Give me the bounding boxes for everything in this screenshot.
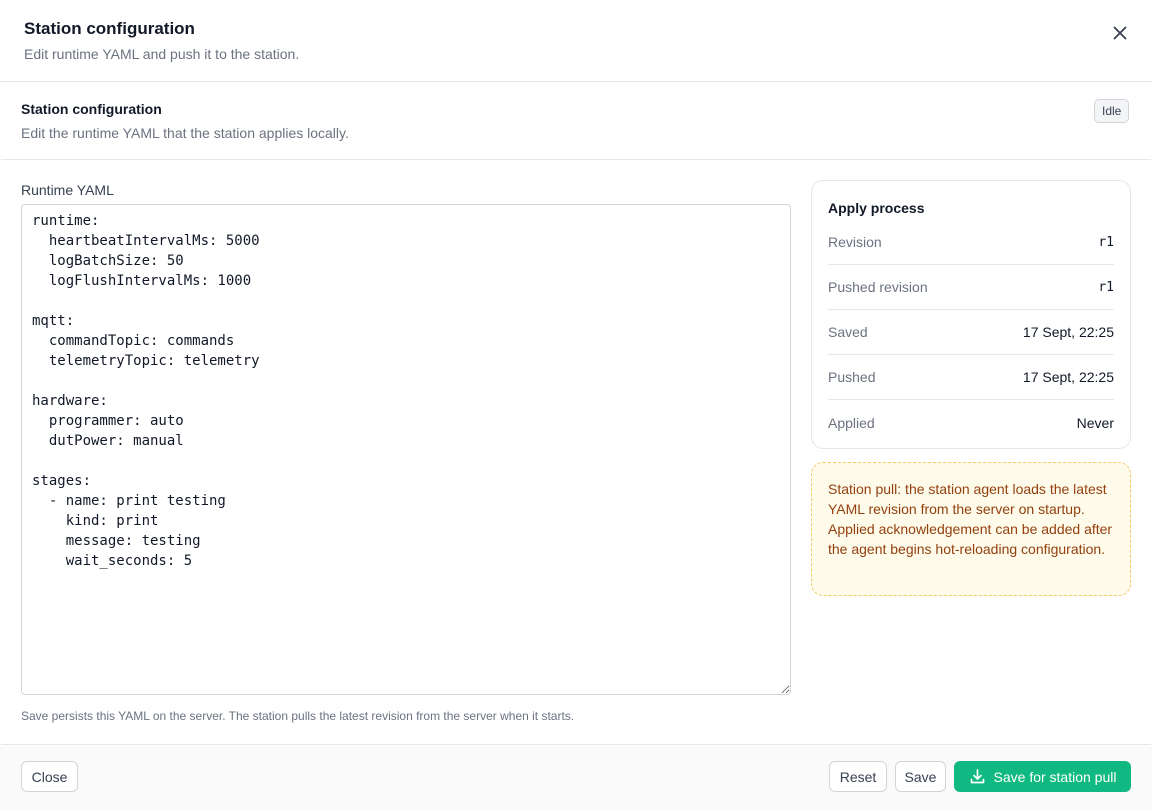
process-row-applied: Applied Never [828, 400, 1114, 445]
apply-process-card: Apply process Revision r1 Pushed revisio… [811, 180, 1131, 449]
row-value: 17 Sept, 22:25 [1022, 324, 1114, 340]
dialog-title: Station configuration [24, 19, 195, 38]
process-row-revision: Revision r1 [828, 220, 1114, 265]
close-button[interactable]: Close [21, 761, 78, 792]
yaml-help-text: Save persists this YAML on the server. T… [21, 709, 575, 723]
row-key: Saved [828, 324, 868, 340]
dialog-footer: Close Reset Save Save for station pull [0, 746, 1152, 810]
status-badge: Idle [1094, 99, 1130, 123]
row-value: 17 Sept, 22:25 [1022, 369, 1114, 385]
row-value: r1 [1098, 234, 1114, 250]
dialog-header: Station configuration Edit runtime YAML … [0, 0, 1152, 82]
process-row-pushed: Pushed 17 Sept, 22:25 [828, 355, 1114, 400]
row-key: Revision [828, 234, 882, 250]
process-row-saved: Saved 17 Sept, 22:25 [828, 310, 1114, 355]
save-button[interactable]: Save [895, 761, 946, 792]
row-key: Pushed revision [828, 279, 928, 295]
yaml-label: Runtime YAML [21, 182, 114, 198]
station-pull-note: Station pull: the station agent loads th… [811, 462, 1131, 596]
yaml-editor[interactable]: runtime: heartbeatIntervalMs: 5000 logBa… [21, 204, 791, 695]
save-for-station-pull-label: Save for station pull [993, 768, 1117, 785]
row-value: Never [1076, 414, 1114, 431]
download-icon [970, 769, 984, 784]
panel-title: Station configuration [21, 101, 162, 117]
dialog-subtitle: Edit runtime YAML and push it to the sta… [24, 46, 300, 62]
row-key: Applied [828, 414, 875, 431]
process-row-pushed-revision: Pushed revision r1 [828, 265, 1114, 310]
panel-header: Station configuration Edit the runtime Y… [1, 83, 1151, 160]
apply-process-title: Apply process [828, 200, 925, 216]
row-value: r1 [1098, 279, 1114, 295]
panel-subtitle: Edit the runtime YAML that the station a… [21, 125, 349, 141]
config-panel: Station configuration Edit the runtime Y… [1, 83, 1151, 745]
dialog-close-button[interactable] [1106, 19, 1134, 47]
reset-button[interactable]: Reset [829, 761, 887, 792]
save-for-station-pull-button[interactable]: Save for station pull [954, 761, 1131, 792]
row-key: Pushed [828, 369, 876, 385]
close-icon [1113, 26, 1127, 40]
